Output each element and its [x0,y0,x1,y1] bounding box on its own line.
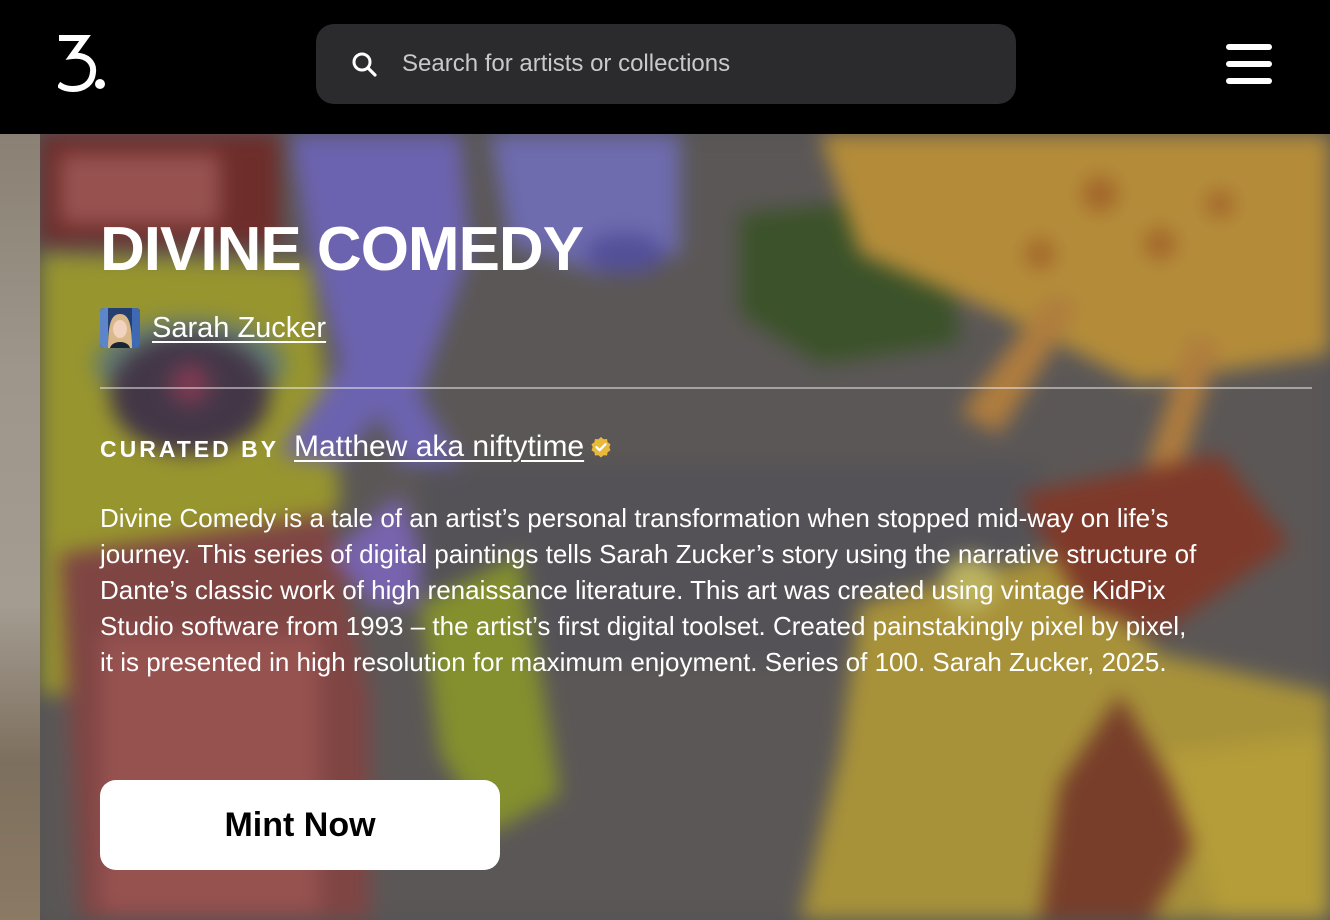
artist-link[interactable]: Sarah Zucker [100,308,326,348]
collection-title: DIVINE COMEDY [100,215,584,284]
curator-link[interactable]: Matthew aka niftytime [294,430,612,464]
search-input[interactable] [402,44,982,84]
mint-now-button[interactable]: Mint Now [100,780,500,870]
search-icon [352,52,377,77]
curated-by-label: CURATED BY [100,436,280,462]
collection-description: Divine Comedy is a tale of an artist’s p… [100,503,1197,677]
artist-avatar [100,308,140,348]
hamburger-menu-icon[interactable] [1226,44,1272,84]
logo-icon [56,35,105,93]
search-bar[interactable] [316,24,1016,104]
divider [100,387,1312,389]
site-header [0,0,1330,134]
curator-name: Matthew aka niftytime [294,430,585,463]
logo[interactable] [56,34,108,94]
collection-hero: DIVINE COMEDY Sarah Zucker CURATED BY Ma… [0,134,1330,920]
verified-badge-icon [591,437,611,458]
artist-name: Sarah Zucker [152,311,327,344]
previous-slide-edge [0,134,40,920]
